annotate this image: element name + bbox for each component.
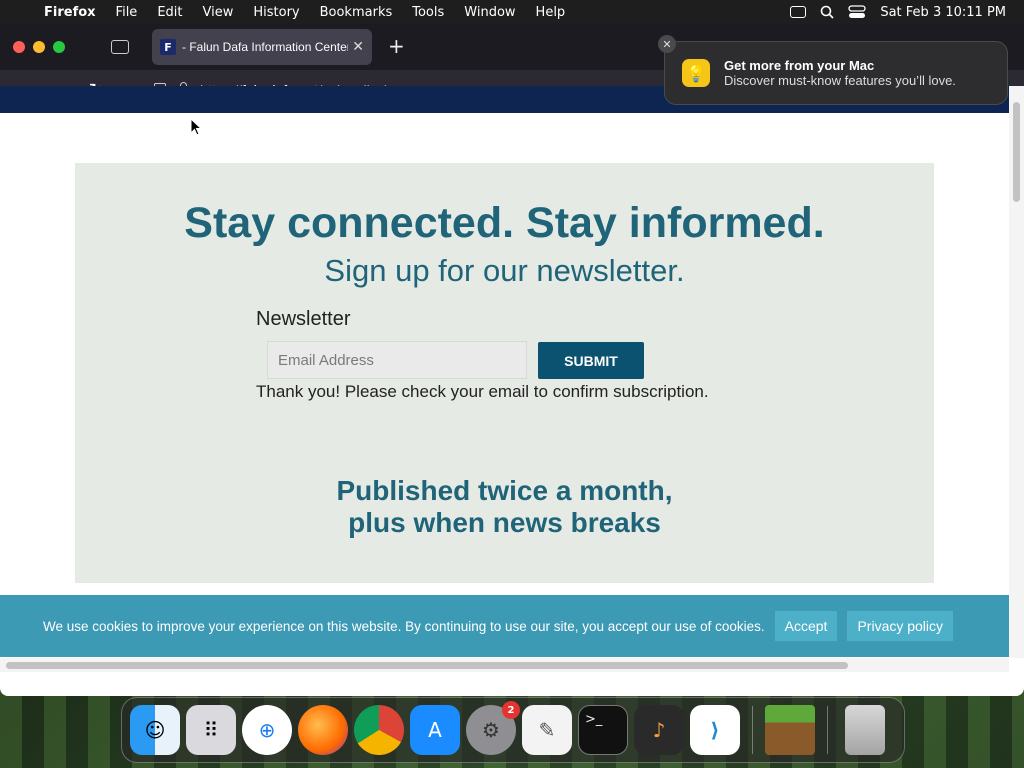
menu-bar: Firefox File Edit View History Bookmarks… [0, 0, 1024, 24]
finder-icon[interactable]: ☺ [130, 705, 180, 755]
publishing-frequency: Published twice a month, plus when news … [75, 475, 934, 539]
menu-help[interactable]: Help [526, 5, 576, 20]
system-notification[interactable]: ✕ 💡 Get more from your Mac Discover must… [658, 35, 1008, 105]
safari-compass-icon: ⊕ [258, 718, 276, 742]
screen-mirroring-icon[interactable] [790, 6, 807, 18]
new-tab-icon[interactable]: + [388, 36, 405, 56]
dock-separator [752, 706, 753, 754]
horizontal-scroll-thumb[interactable] [6, 662, 848, 669]
vscode-icon[interactable]: ⟩ [690, 705, 740, 755]
email-input[interactable] [267, 341, 527, 379]
terminal-icon[interactable]: >_ [578, 705, 628, 755]
textedit-icon[interactable]: ✎ [522, 705, 572, 755]
firefox-view-icon[interactable] [111, 40, 129, 54]
tab-title: - Falun Dafa Information Center [182, 40, 349, 54]
mouse-pointer-icon [190, 118, 202, 136]
newsletter-card: Stay connected. Stay informed. Sign up f… [75, 163, 934, 583]
system-settings-icon[interactable]: ⚙ 2 [466, 701, 520, 755]
menu-window[interactable]: Window [454, 5, 525, 20]
chrome-icon[interactable] [354, 705, 404, 755]
confirmation-message: Thank you! Please check your email to co… [256, 382, 709, 401]
cookie-banner: We use cookies to improve your experienc… [0, 595, 1009, 657]
notification-body: Discover must-know features you’ll love. [724, 73, 956, 88]
minecraft-icon[interactable] [765, 705, 815, 755]
garageband-icon[interactable]: ♪ [634, 705, 684, 755]
cookie-notice-text: We use cookies to improve your experienc… [43, 618, 765, 634]
window-controls [0, 41, 65, 53]
vertical-scrollbar[interactable] [1009, 86, 1024, 658]
notification-text: Get more from your Mac Discover must-kno… [724, 58, 956, 88]
guitar-icon: ♪ [652, 718, 666, 742]
notification-title: Get more from your Mac [724, 58, 875, 73]
terminal-prompt-icon: >_ [585, 712, 603, 727]
dock-separator [827, 706, 828, 754]
zoom-window-button[interactable] [53, 41, 65, 53]
menu-app-name[interactable]: Firefox [40, 5, 106, 20]
privacy-policy-button[interactable]: Privacy policy [847, 611, 954, 641]
tips-lightbulb-icon: 💡 [682, 59, 710, 87]
settings-badge: 2 [502, 701, 520, 719]
close-window-button[interactable] [13, 41, 25, 53]
newsletter-label: Newsletter [256, 308, 351, 330]
menu-edit[interactable]: Edit [147, 5, 192, 20]
menu-file[interactable]: File [106, 5, 148, 20]
published-line-1: Published twice a month, [336, 475, 673, 506]
firefox-icon[interactable] [298, 705, 348, 755]
tab-active[interactable]: F - Falun Dafa Information Center ✕ [152, 29, 372, 65]
launchpad-icon[interactable]: ⠿ [186, 705, 236, 755]
app-store-icon[interactable]: A [410, 705, 460, 755]
spotlight-search-icon[interactable] [820, 5, 834, 19]
page-subhead: Sign up for our newsletter. [324, 253, 685, 288]
published-line-2: plus when news breaks [348, 507, 661, 538]
page-viewport: Stay connected. Stay informed. Sign up f… [0, 86, 1009, 658]
menu-clock[interactable]: Sat Feb 3 10:11 PM [880, 5, 1006, 20]
submit-button[interactable]: SUBMIT [538, 342, 644, 379]
page-headline: Stay connected. Stay informed. [184, 199, 825, 247]
vertical-scroll-thumb[interactable] [1013, 102, 1020, 202]
control-center-icon[interactable] [848, 5, 866, 19]
finder-face-icon: ☺ [144, 718, 166, 742]
dock: ☺ ⠿ ⊕ A ⚙ 2 ✎ >_ ♪ ⟩ [121, 697, 905, 763]
accept-cookies-button[interactable]: Accept [774, 611, 838, 641]
menu-view[interactable]: View [193, 5, 244, 20]
pen-icon: ✎ [538, 718, 556, 742]
site-favicon-icon: F [160, 39, 176, 55]
vscode-logo-icon: ⟩ [710, 718, 720, 742]
safari-icon[interactable]: ⊕ [242, 705, 292, 755]
trash-icon[interactable] [845, 705, 885, 755]
menu-history[interactable]: History [243, 5, 309, 20]
status-menus: Sat Feb 3 10:11 PM [790, 5, 1024, 20]
notification-close-icon[interactable]: ✕ [658, 35, 676, 53]
launchpad-grid-icon: ⠿ [203, 718, 219, 742]
minimize-window-button[interactable] [33, 41, 45, 53]
horizontal-scrollbar[interactable] [0, 658, 1009, 672]
menu-tools[interactable]: Tools [402, 5, 454, 20]
app-store-a-icon: A [428, 718, 442, 742]
close-tab-icon[interactable]: ✕ [352, 39, 364, 55]
menu-bookmarks[interactable]: Bookmarks [310, 5, 403, 20]
